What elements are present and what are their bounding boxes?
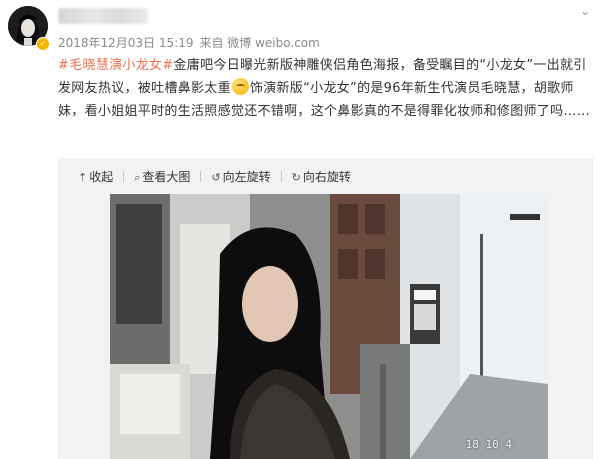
media-panel: ⇡ 收起 ⌕ 查看大图 ↺ 向左旋转 ↻ 向右旋转 18 10 4 (58, 158, 594, 459)
hashtag-link[interactable]: #毛晓慧演小龙女# (58, 58, 174, 73)
rotate-left-button[interactable]: ↺ 向左旋转 (211, 168, 270, 185)
post-meta: 2018年12月03日 15:19 来自 微博 weibo.com (58, 34, 320, 51)
post-source: 来自 微博 weibo.com (199, 36, 320, 50)
rotate-right-icon: ↻ (291, 171, 301, 184)
collapse-arrow-icon: ⇡ (78, 171, 88, 184)
magnifier-icon: ⌕ (134, 171, 141, 184)
post-content: #毛晓慧演小龙女#金庸吧今日曝光新版神雕侠侣角色海报，备受瞩目的“小龙女”一出就… (58, 54, 594, 123)
rotate-left-icon: ↺ (211, 171, 221, 184)
view-large-button[interactable]: ⌕ 查看大图 (134, 168, 190, 185)
chevron-down-icon[interactable]: ⌄ (580, 4, 590, 18)
media-toolbar: ⇡ 收起 ⌕ 查看大图 ↺ 向左旋转 ↻ 向右旋转 (78, 168, 361, 185)
verified-badge-icon: ✓ (36, 37, 50, 51)
username-blurred[interactable] (58, 8, 148, 24)
collapse-button[interactable]: ⇡ 收起 (78, 168, 113, 185)
rotate-right-button[interactable]: ↻ 向右旋转 (292, 168, 351, 185)
smirk-emoji-icon (231, 78, 249, 95)
post-timestamp[interactable]: 2018年12月03日 15:19 (58, 36, 193, 50)
post-photo[interactable]: 18 10 4 (110, 194, 548, 459)
photo-date-stamp: 18 10 4 (465, 438, 512, 451)
